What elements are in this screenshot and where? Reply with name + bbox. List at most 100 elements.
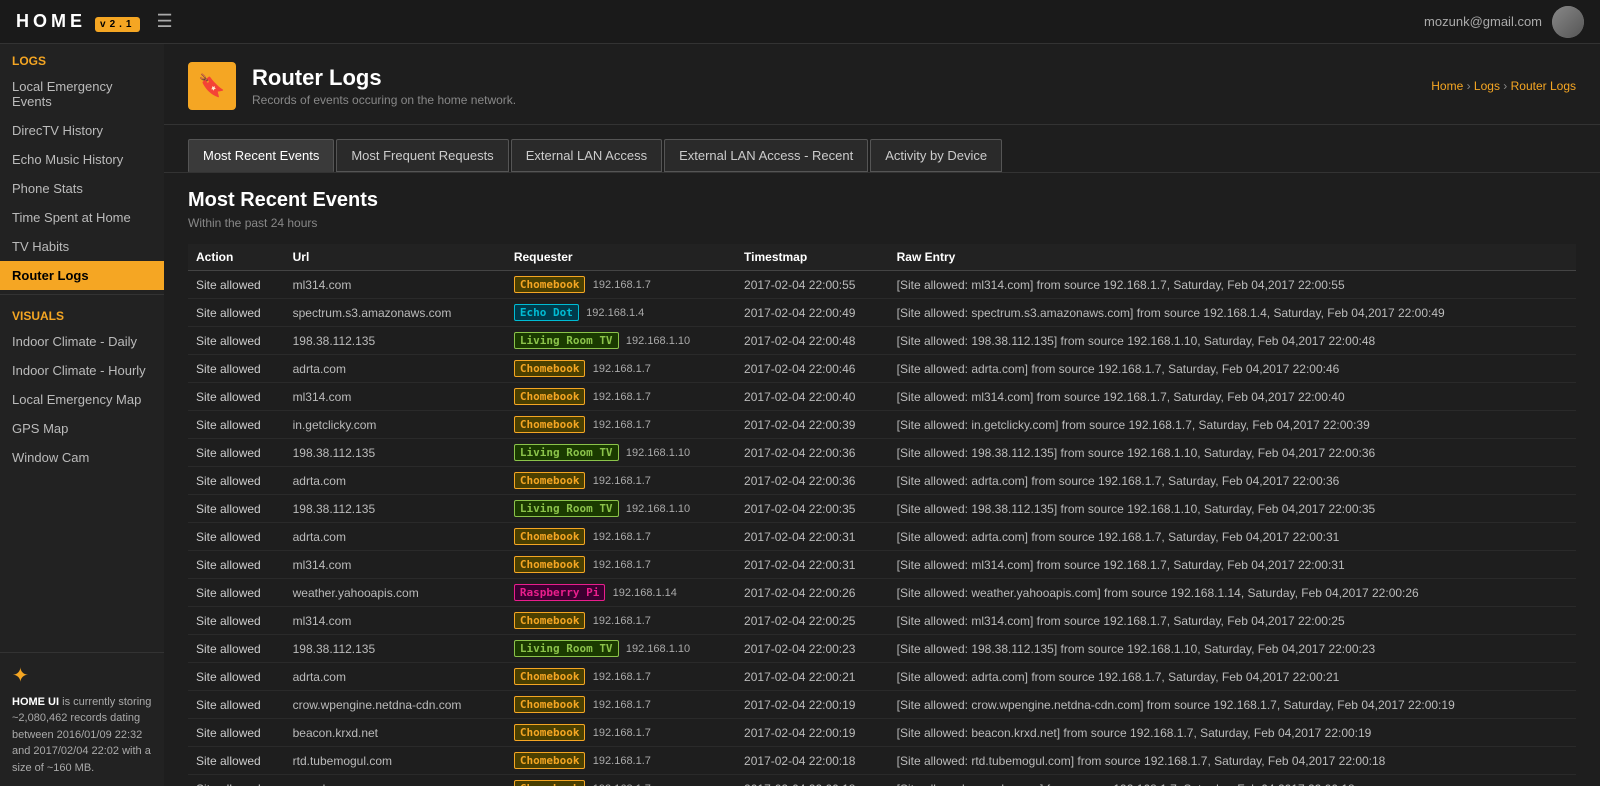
cell-raw: [Site allowed: adrta.com] from source 19… <box>889 467 1576 495</box>
cell-timestamp: 2017-02-04 22:00:31 <box>736 551 889 579</box>
sidebar-item-indoor-climate-hourly[interactable]: Indoor Climate - Hourly <box>0 356 164 385</box>
cell-action: Site allowed <box>188 663 285 691</box>
sidebar-footer-text: HOME UI is currently storing ~2,080,462 … <box>12 694 152 777</box>
cell-action: Site allowed <box>188 411 285 439</box>
table-row: Site allowed ml314.com Chomebook 192.168… <box>188 607 1576 635</box>
page-subtitle: Records of events occuring on the home n… <box>252 93 516 107</box>
cell-timestamp: 2017-02-04 22:00:21 <box>736 663 889 691</box>
cell-action: Site allowed <box>188 551 285 579</box>
device-badge: Living Room TV <box>514 500 619 517</box>
cell-action: Site allowed <box>188 355 285 383</box>
tab-most-frequent[interactable]: Most Frequent Requests <box>336 139 508 172</box>
cell-url: rtd.tubemogul.com <box>285 747 506 775</box>
cell-raw: [Site allowed: weather.yahooapis.com] fr… <box>889 579 1576 607</box>
section-subtitle: Within the past 24 hours <box>188 216 1576 230</box>
cell-action: Site allowed <box>188 467 285 495</box>
tab-external-lan-recent[interactable]: External LAN Access - Recent <box>664 139 868 172</box>
sidebar-item-tv-habits[interactable]: TV Habits <box>0 232 164 261</box>
cell-requester: Chomebook 192.168.1.7 <box>506 663 736 691</box>
sidebar-item-gps-map[interactable]: GPS Map <box>0 414 164 443</box>
cell-requester: Chomebook 192.168.1.7 <box>506 467 736 495</box>
cell-action: Site allowed <box>188 607 285 635</box>
home-ui-icon: ✦ <box>12 663 152 688</box>
requester-ip: 192.168.1.10 <box>626 447 690 459</box>
sidebar-item-phone-stats[interactable]: Phone Stats <box>0 174 164 203</box>
breadcrumb-home[interactable]: Home <box>1431 79 1463 93</box>
device-badge: Chomebook <box>514 668 586 685</box>
breadcrumb-logs[interactable]: Logs <box>1474 79 1500 93</box>
cell-timestamp: 2017-02-04 22:00:19 <box>736 691 889 719</box>
page-title-group: Router Logs Records of events occuring o… <box>252 65 516 107</box>
cell-url: 198.38.112.135 <box>285 327 506 355</box>
device-badge: Living Room TV <box>514 332 619 349</box>
avatar[interactable] <box>1552 6 1584 38</box>
cell-requester: Chomebook 192.168.1.7 <box>506 355 736 383</box>
cell-timestamp: 2017-02-04 22:00:35 <box>736 495 889 523</box>
cell-url: adrta.com <box>285 355 506 383</box>
cell-action: Site allowed <box>188 327 285 355</box>
cell-url: ml314.com <box>285 607 506 635</box>
cell-timestamp: 2017-02-04 22:00:49 <box>736 299 889 327</box>
device-badge: Living Room TV <box>514 444 619 461</box>
router-logs-table: Action Url Requester Timestmap Raw Entry… <box>188 244 1576 786</box>
app-logo: HOME v2.1 <box>16 11 140 32</box>
cell-action: Site allowed <box>188 719 285 747</box>
table-row: Site allowed 198.38.112.135 Living Room … <box>188 495 1576 523</box>
cell-url: beacon.krxd.net <box>285 719 506 747</box>
sidebar-section-logs: Logs <box>0 44 164 72</box>
requester-ip: 192.168.1.7 <box>593 419 651 431</box>
sidebar-item-echo-music-history[interactable]: Echo Music History <box>0 145 164 174</box>
device-badge: Chomebook <box>514 472 586 489</box>
col-raw: Raw Entry <box>889 244 1576 271</box>
cell-url: ml314.com <box>285 551 506 579</box>
tab-activity-by-device[interactable]: Activity by Device <box>870 139 1002 172</box>
cell-action: Site allowed <box>188 271 285 299</box>
requester-ip: 192.168.1.7 <box>593 671 651 683</box>
device-badge: Chomebook <box>514 724 586 741</box>
cell-action: Site allowed <box>188 439 285 467</box>
cell-action: Site allowed <box>188 635 285 663</box>
cell-url: adrta.com <box>285 663 506 691</box>
cell-raw: [Site allowed: ml314.com] from source 19… <box>889 383 1576 411</box>
cell-requester: Chomebook 192.168.1.7 <box>506 551 736 579</box>
cell-action: Site allowed <box>188 747 285 775</box>
cell-requester: Living Room TV 192.168.1.10 <box>506 439 736 467</box>
table-row: Site allowed 198.38.112.135 Living Room … <box>188 327 1576 355</box>
avatar-image <box>1552 6 1584 38</box>
requester-ip: 192.168.1.10 <box>626 335 690 347</box>
device-badge: Chomebook <box>514 752 586 769</box>
requester-ip: 192.168.1.7 <box>593 559 651 571</box>
sidebar-item-local-emergency-events[interactable]: Local Emergency Events <box>0 72 164 116</box>
sidebar-item-directv-history[interactable]: DirecTV History <box>0 116 164 145</box>
cell-raw: [Site allowed: in.getclicky.com] from so… <box>889 411 1576 439</box>
cell-url: weather.yahooapis.com <box>285 579 506 607</box>
tabs-bar: Most Recent Events Most Frequent Request… <box>164 125 1600 173</box>
table-row: Site allowed adrta.com Chomebook 192.168… <box>188 663 1576 691</box>
sidebar-item-router-logs[interactable]: Router Logs <box>0 261 164 290</box>
requester-ip: 192.168.1.4 <box>586 307 644 319</box>
cell-timestamp: 2017-02-04 22:00:36 <box>736 467 889 495</box>
tab-external-lan[interactable]: External LAN Access <box>511 139 662 172</box>
table-row: Site allowed crow.wpengine.netdna-cdn.co… <box>188 691 1576 719</box>
device-badge: Chomebook <box>514 612 586 629</box>
topbar-right: mozunk@gmail.com <box>1424 6 1584 38</box>
topbar: HOME v2.1 ☰ mozunk@gmail.com <box>0 0 1600 44</box>
sidebar-item-indoor-climate-daily[interactable]: Indoor Climate - Daily <box>0 327 164 356</box>
cell-raw: [Site allowed: ml314.com] from source 19… <box>889 551 1576 579</box>
cell-raw: [Site allowed: ml314.com] from source 19… <box>889 607 1576 635</box>
device-badge: Chomebook <box>514 416 586 433</box>
table-row: Site allowed 198.38.112.135 Living Room … <box>188 635 1576 663</box>
tab-most-recent[interactable]: Most Recent Events <box>188 139 334 172</box>
sidebar-item-time-spent-home[interactable]: Time Spent at Home <box>0 203 164 232</box>
hamburger-icon[interactable]: ☰ <box>156 11 172 32</box>
cell-requester: Chomebook 192.168.1.7 <box>506 775 736 786</box>
breadcrumb: Home › Logs › Router Logs <box>1431 79 1576 93</box>
cell-timestamp: 2017-02-04 22:00:55 <box>736 271 889 299</box>
cell-url: 198.38.112.135 <box>285 495 506 523</box>
sidebar-item-window-cam[interactable]: Window Cam <box>0 443 164 472</box>
cell-url: aa.agkn.com <box>285 775 506 786</box>
cell-requester: Chomebook 192.168.1.7 <box>506 271 736 299</box>
content-area: 🔖 Router Logs Records of events occuring… <box>164 44 1600 786</box>
sidebar-item-local-emergency-map[interactable]: Local Emergency Map <box>0 385 164 414</box>
version-badge: v2.1 <box>95 17 140 32</box>
